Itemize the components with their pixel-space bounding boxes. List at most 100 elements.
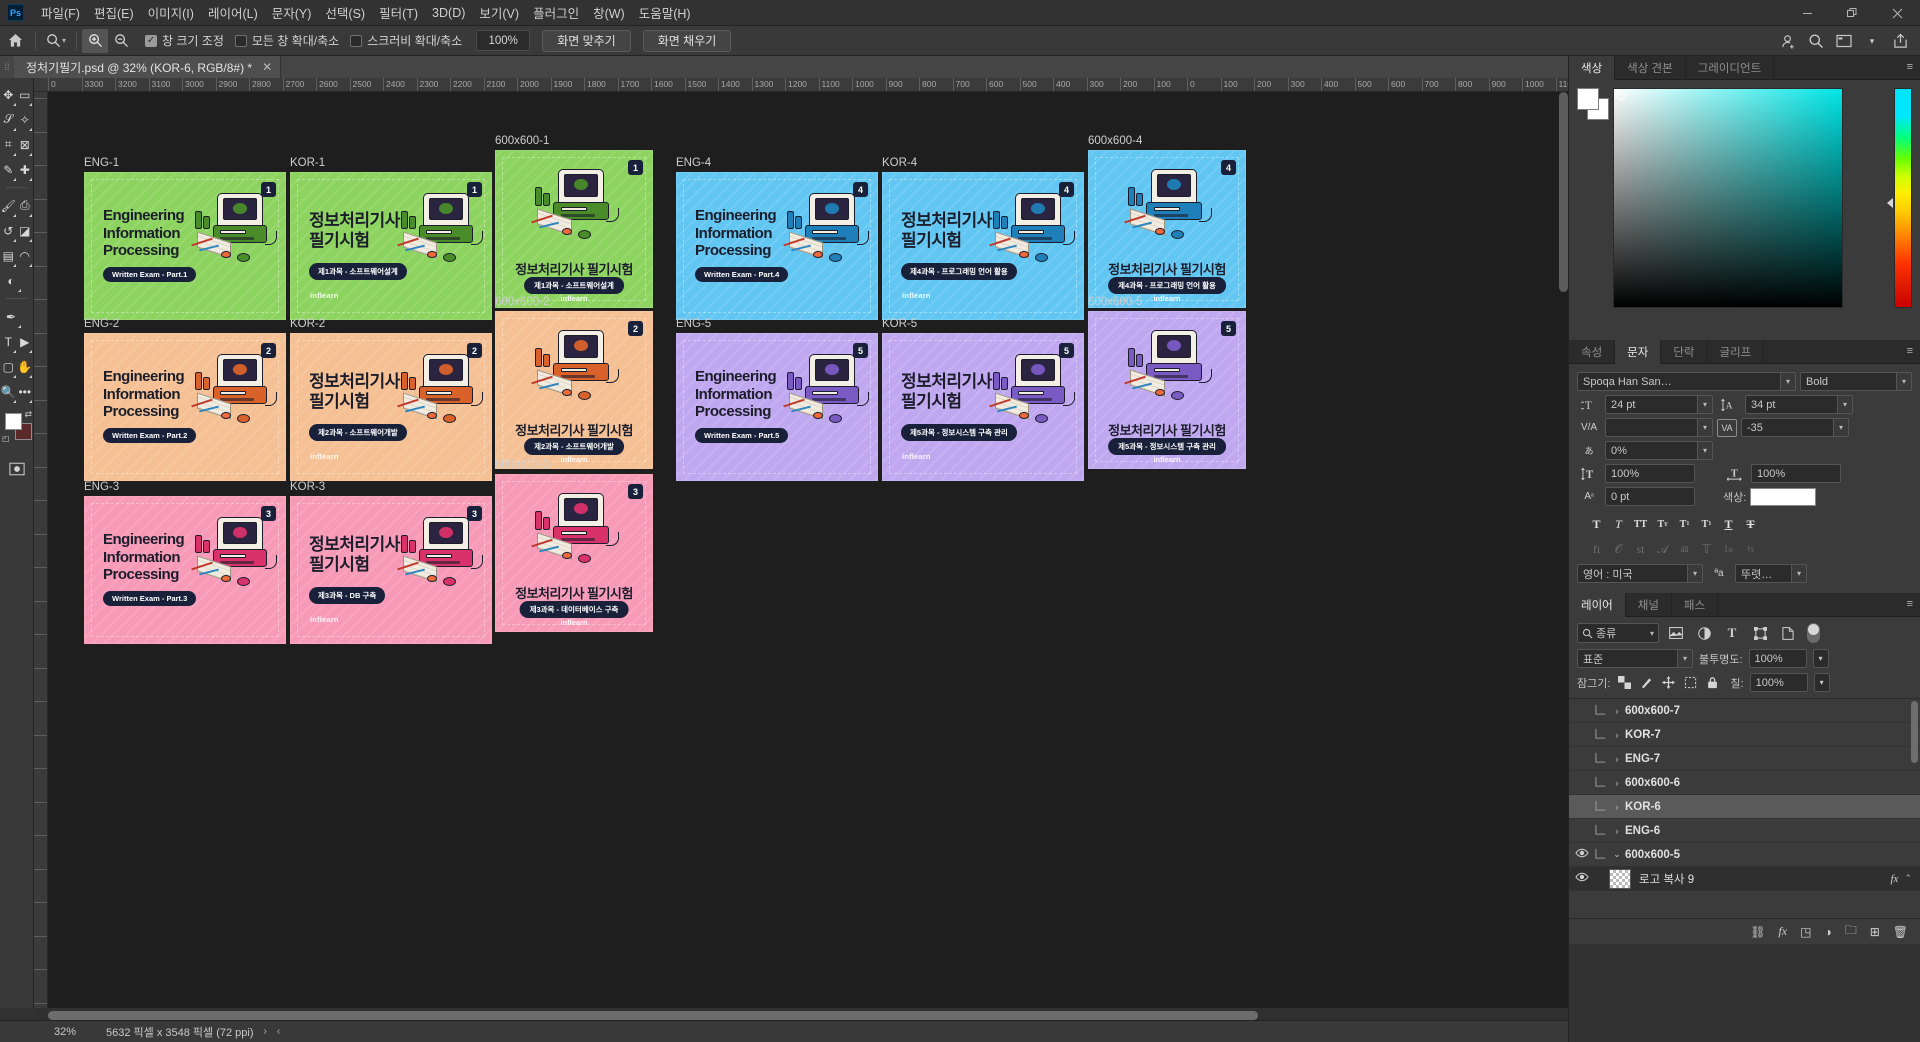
panel-menu-icon[interactable]: ≡ — [1907, 346, 1913, 357]
gradient-tool[interactable]: ▤ — [0, 243, 17, 268]
canvas-area[interactable]: ENG-1 1 Engineering Information Processin… — [48, 92, 1568, 1008]
artboard-canvas[interactable]: 3 정보처리기사 필기시험 제3과목 - DB 구축 inflearn — [290, 496, 492, 644]
fx-icon[interactable]: fx — [1778, 924, 1787, 939]
artboard-KOR-3[interactable]: KOR-3 3 정보처리기사 필기시험 제3과목 - DB 구축 inflearn — [290, 481, 492, 644]
fx-icon[interactable]: fx — [1891, 873, 1899, 885]
artboard-label[interactable]: ENG-2 — [84, 318, 119, 330]
artboard-600x600-5[interactable]: 600x600-5 5 정보처리기사 필기시험 제5과목 - 정보시스템 구축 관리… — [1088, 296, 1246, 469]
lock-artboard-icon[interactable] — [1682, 675, 1698, 691]
font-size-input[interactable]: 24 pt ▾ — [1605, 395, 1713, 414]
fit-screen-button[interactable]: 화면 맞추기 — [542, 29, 631, 52]
hue-slider-pointer[interactable] — [1887, 198, 1893, 208]
layer-thumbnail[interactable] — [1609, 868, 1631, 889]
chevron-right-icon[interactable]: › — [1609, 706, 1625, 716]
move-tool[interactable]: ✥ — [0, 82, 17, 107]
crop-tool[interactable]: ⌗ — [0, 132, 17, 157]
zoom-tool[interactable]: 🔍 — [0, 379, 17, 404]
chevron-down-icon[interactable]: ▾ — [1650, 629, 1654, 638]
menu-item-11[interactable]: 도움말(H) — [632, 0, 698, 25]
tab-gradients[interactable]: 그레이디언트 — [1686, 55, 1775, 80]
menu-item-6[interactable]: 필터(T) — [372, 0, 425, 25]
artboard-label[interactable]: KOR-4 — [882, 157, 917, 169]
chevron-down-icon[interactable]: ▾ — [1858, 27, 1886, 55]
menu-item-5[interactable]: 선택(S) — [318, 0, 372, 25]
anti-alias-select[interactable]: 뚜렷… ▾ — [1735, 564, 1807, 583]
adjustment-filter-icon[interactable] — [1693, 623, 1715, 643]
layer-row[interactable]: ⌄ 600x600-5 — [1569, 843, 1920, 867]
artboard-canvas[interactable]: 3 정보처리기사 필기시험 제3과목 - 데이터베이스 구축 inflearn — [495, 474, 653, 632]
color-picker-marker[interactable] — [1617, 92, 1625, 100]
close-button[interactable] — [1875, 0, 1920, 26]
artboard-label[interactable]: KOR-1 — [290, 157, 325, 169]
artboard-ENG-2[interactable]: ENG-2 2 Engineering Information Processin… — [84, 318, 286, 481]
vertical-scrollbar[interactable] — [1559, 92, 1568, 292]
smart-object-filter-icon[interactable] — [1777, 623, 1799, 643]
reset-colors-icon[interactable]: ◰ — [2, 434, 10, 443]
zoom-value-field[interactable]: 100% — [476, 30, 531, 51]
tsume-input[interactable]: 0% ▾ — [1605, 441, 1713, 460]
mask-icon[interactable]: ◳ — [1800, 925, 1811, 939]
zoom-tool-icon[interactable]: ▾ — [41, 29, 71, 53]
strikethrough-button[interactable]: T — [1741, 515, 1760, 533]
text-color-swatch[interactable] — [1750, 487, 1817, 506]
artboard-canvas[interactable]: 5 정보처리기사 필기시험 제5과목 - 정보시스템 구축 관리 inflearn — [1088, 311, 1246, 469]
pixel-filter-icon[interactable] — [1665, 623, 1687, 643]
chevron-down-icon[interactable]: ▾ — [1896, 373, 1911, 390]
fractions-button[interactable]: ½ — [1741, 540, 1760, 558]
edit-toolbar[interactable]: ••• — [17, 379, 34, 404]
lock-image-icon[interactable] — [1638, 675, 1654, 691]
layer-row[interactable]: › KOR-6 — [1569, 795, 1920, 819]
adjustment-icon[interactable]: ◑ — [1824, 925, 1831, 939]
menu-item-8[interactable]: 보기(V) — [472, 0, 526, 25]
horizontal-scale-input[interactable]: 100% — [1751, 464, 1841, 483]
blur-tool[interactable]: ◠ — [17, 243, 34, 268]
workspace-icon[interactable] — [1830, 27, 1858, 55]
history-brush-tool[interactable]: ↺ — [0, 218, 17, 243]
artboard-600x600-2[interactable]: 600x600-2 2 정보처리기사 필기시험 제2과목 - 소프트웨어개발 infl… — [495, 296, 653, 469]
artboard-canvas[interactable]: 2 Engineering Information Processing Writ… — [84, 333, 286, 481]
layer-row[interactable]: › KOR-7 — [1569, 723, 1920, 747]
chevron-down-icon[interactable]: ▾ — [1697, 396, 1712, 413]
layer-list[interactable]: › 600x600-7 › KOR-7 › ENG-7 › 600x600-6 › KOR-6 › E… — [1569, 698, 1920, 918]
contextual-alternates-button[interactable]: 𝒪 — [1609, 540, 1628, 558]
artboard-600x600-3[interactable]: 600x600-3 3 정보처리기사 필기시험 제3과목 - 데이터베이스 구축 in… — [495, 459, 653, 632]
artboard-canvas[interactable]: 1 정보처리기사 필기시험 제1과목 - 소프트웨어설계 inflearn — [495, 150, 653, 308]
layer-list-scrollbar[interactable] — [1911, 701, 1918, 763]
tab-character[interactable]: 문자 — [1615, 339, 1662, 364]
ordinals-button[interactable]: 1st — [1719, 540, 1738, 558]
chevron-down-icon[interactable]: ▾ — [1780, 373, 1795, 390]
tab-channels[interactable]: 채널 — [1626, 592, 1672, 617]
artboard-600x600-1[interactable]: 600x600-1 1 정보처리기사 필기시험 제1과목 - 소프트웨어설계 infl… — [495, 135, 653, 308]
checkbox-box[interactable] — [234, 34, 247, 47]
path-select-tool[interactable]: ▶ — [17, 329, 34, 354]
chevron-right-icon[interactable]: › — [1609, 778, 1625, 788]
shape-filter-icon[interactable] — [1749, 623, 1771, 643]
layer-filter-type-select[interactable]: 종류 ▾ — [1577, 623, 1659, 643]
chevron-down-icon[interactable]: ▾ — [62, 36, 66, 45]
artboard-KOR-1[interactable]: KOR-1 1 정보처리기사 필기시험 제1과목 - 소프트웨어설계 inflearn — [290, 157, 492, 320]
document-tab[interactable]: 정처기필기.psd @ 32% (KOR-6, RGB/8#) * ✕ — [14, 56, 282, 78]
artboard-label[interactable]: 600x600-1 — [495, 135, 549, 147]
zoom-in-button[interactable] — [82, 28, 109, 53]
titling-alternates-button[interactable]: 𝕋 — [1697, 540, 1716, 558]
underline-button[interactable]: T — [1719, 515, 1738, 533]
language-select[interactable]: 영어 : 미국 ▾ — [1577, 564, 1703, 583]
fill-screen-button[interactable]: 화면 채우기 — [642, 29, 732, 52]
checkbox-box[interactable] — [145, 34, 158, 47]
tab-color[interactable]: 색상 — [1569, 55, 1616, 80]
spot-heal-tool[interactable]: ✚ — [17, 157, 34, 182]
font-family-select[interactable]: Spoqa Han San… ▾ — [1577, 372, 1796, 391]
artboard-ENG-4[interactable]: ENG-4 4 Engineering Information Processin… — [676, 157, 878, 320]
artboard-canvas[interactable]: 4 Engineering Information Processing Writ… — [676, 172, 878, 320]
faux-italic-button[interactable]: T — [1609, 515, 1628, 533]
dodge-tool[interactable]: ◐ — [0, 268, 22, 293]
fill-input[interactable]: 100% — [1749, 673, 1808, 692]
menu-item-7[interactable]: 3D(D) — [425, 3, 472, 23]
chevron-down-icon[interactable]: ▾ — [1791, 565, 1806, 582]
leading-input[interactable]: 34 pt ▾ — [1745, 395, 1853, 414]
checkbox-box[interactable] — [350, 34, 363, 47]
subscript-button[interactable]: T1 — [1697, 515, 1716, 533]
artboard-KOR-2[interactable]: KOR-2 2 정보처리기사 필기시험 제2과목 - 소프트웨어개발 inflearn — [290, 318, 492, 481]
artboard-label[interactable]: KOR-5 — [882, 318, 917, 330]
new-layer-icon[interactable]: ⊞ — [1870, 925, 1880, 939]
